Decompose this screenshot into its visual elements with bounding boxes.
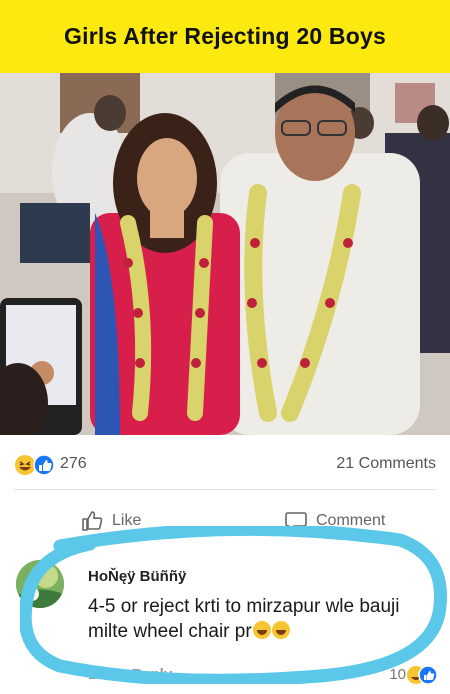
banner: Girls After Rejecting 20 Boys	[0, 0, 450, 73]
avatar-image	[16, 560, 64, 608]
haha-icon	[15, 455, 35, 475]
comment-author[interactable]: HoŇęÿ Büññÿ	[88, 568, 186, 585]
photo-illustration	[0, 73, 450, 435]
reaction-count[interactable]: 276	[60, 455, 87, 473]
comment-body: 4-5 or reject krti to mirzapur wle bauji…	[88, 596, 400, 642]
post-photo[interactable]	[0, 73, 450, 435]
divider	[14, 489, 436, 490]
like-reaction-icon	[33, 454, 55, 476]
reaction-icons[interactable]	[14, 454, 58, 476]
comment-bubble-icon	[285, 512, 307, 531]
thumbs-up-icon	[82, 511, 103, 531]
comment-label: Comment	[316, 512, 386, 529]
comment-reaction-count[interactable]: 10	[389, 666, 406, 683]
comment-button[interactable]: Comment	[284, 506, 385, 536]
like-label: Like	[112, 512, 142, 529]
banner-title: Girls After Rejecting 20 Boys	[64, 23, 386, 49]
avatar[interactable]	[16, 560, 64, 608]
like-reaction-icon	[418, 665, 438, 685]
rofl-emoji-icon-2	[271, 621, 290, 639]
comment-footer: Like · Reply 10	[88, 664, 438, 690]
comments-count[interactable]: 21 Comments	[336, 455, 436, 473]
like-button[interactable]: Like	[80, 506, 141, 536]
rofl-emoji-icon	[252, 621, 271, 639]
comment-text: 4-5 or reject krti to mirzapur wle bauji…	[88, 594, 433, 644]
post-reactions-bar: 276 21 Comments	[0, 446, 450, 482]
comment-actions[interactable]: Like · Reply	[88, 666, 172, 683]
comment-reaction-icons[interactable]	[406, 664, 438, 686]
